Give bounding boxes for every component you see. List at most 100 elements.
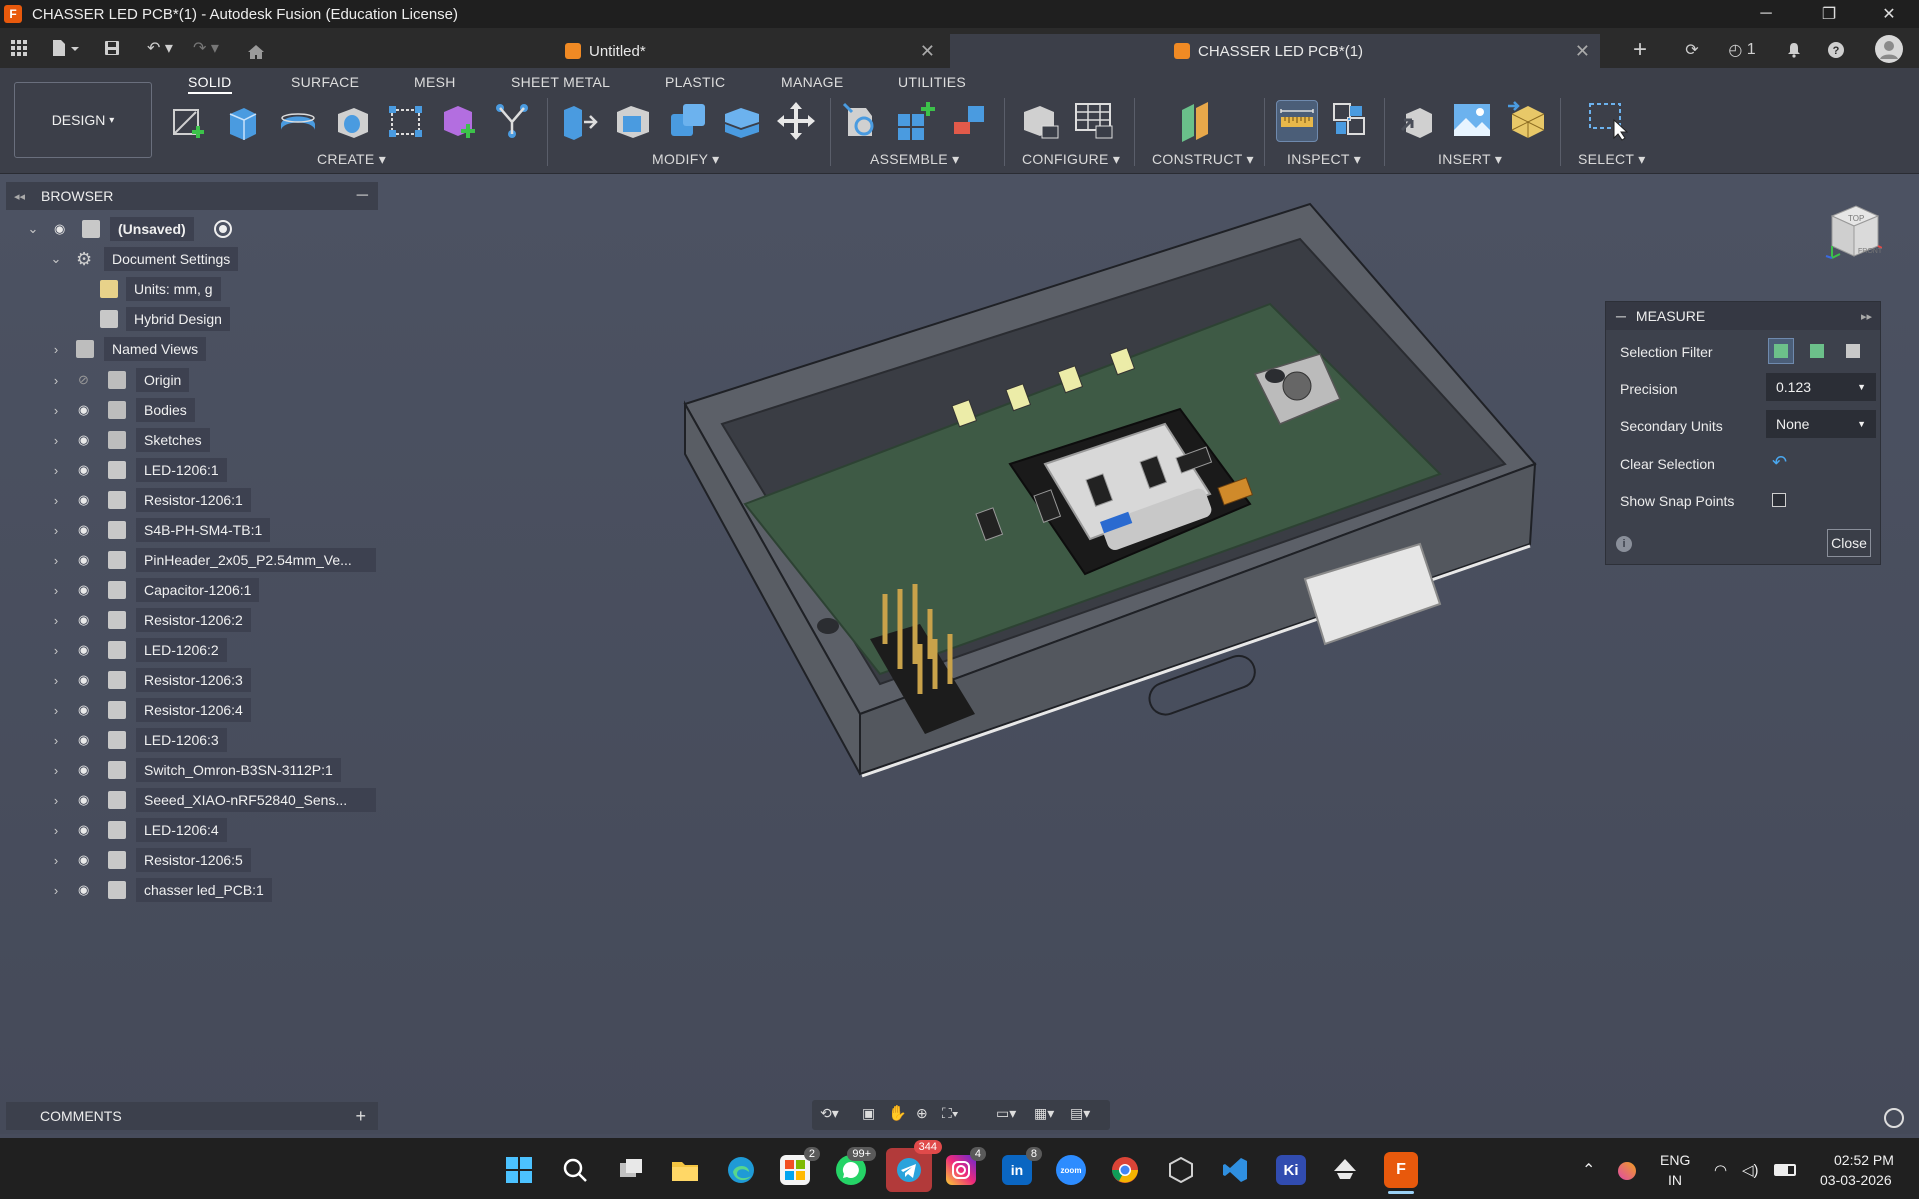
snap-points-checkbox[interactable] xyxy=(1772,493,1786,507)
combine-icon[interactable] xyxy=(667,100,709,142)
browser-item-capacitor-1206-1[interactable]: › ◉ Capacitor-1206:1 xyxy=(0,578,380,602)
battery-icon[interactable] xyxy=(1774,1164,1796,1176)
file-explorer-icon[interactable] xyxy=(670,1155,700,1185)
chevron-right-icon[interactable]: › xyxy=(50,403,62,418)
chevron-right-icon[interactable]: › xyxy=(50,463,62,478)
eye-icon[interactable]: ◉ xyxy=(78,582,89,598)
close-window-button[interactable]: ✕ xyxy=(1859,0,1919,28)
chevron-right-icon[interactable]: › xyxy=(50,733,62,748)
fit-icon[interactable]: ⛶▾ xyxy=(942,1105,959,1122)
press-pull-icon[interactable] xyxy=(558,100,600,142)
fillet-icon[interactable] xyxy=(613,100,655,142)
chevron-right-icon[interactable]: › xyxy=(50,583,62,598)
microsoft-store-icon[interactable]: 2 xyxy=(780,1147,820,1185)
tab-untitled[interactable]: Untitled* ✕ xyxy=(555,34,945,68)
close-tab-icon[interactable]: ✕ xyxy=(1575,41,1590,62)
activate-radio-icon[interactable] xyxy=(214,220,232,238)
look-at-icon[interactable]: ▣ xyxy=(862,1105,875,1122)
browser-item-led-1206-3[interactable]: › ◉ LED-1206:3 xyxy=(0,728,380,752)
apps-grid-icon[interactable] xyxy=(8,36,30,60)
workspace-switcher[interactable]: DESIGN ▾ xyxy=(14,82,152,158)
linkedin-icon[interactable]: in 8 xyxy=(1002,1147,1042,1185)
eye-icon[interactable]: ◉ xyxy=(78,672,89,688)
wifi-icon[interactable]: ◠ xyxy=(1714,1161,1727,1179)
browser-item-resistor-1206-2[interactable]: › ◉ Resistor-1206:2 xyxy=(0,608,380,632)
collapse-dialog-icon[interactable]: ─ xyxy=(1616,308,1626,324)
user-avatar[interactable] xyxy=(1874,34,1904,64)
precision-select[interactable]: 0.123 ▼ xyxy=(1766,373,1876,401)
info-icon[interactable]: i xyxy=(1616,536,1632,552)
help-icon[interactable]: ? xyxy=(1824,38,1848,62)
chevron-down-icon[interactable]: ⌄ xyxy=(50,251,62,267)
select-menu[interactable]: SELECT ▾ xyxy=(1578,151,1646,168)
undo-icon[interactable]: ↶ ▾ xyxy=(142,36,178,60)
edge-icon[interactable] xyxy=(726,1155,756,1185)
chevron-right-icon[interactable]: › xyxy=(50,373,62,388)
tab-utilities[interactable]: UTILITIES xyxy=(898,74,966,90)
browser-item-origin[interactable]: › ⊘ Origin xyxy=(0,368,380,392)
save-icon[interactable] xyxy=(100,36,124,60)
eye-icon[interactable]: ◉ xyxy=(78,642,89,658)
eye-icon[interactable]: ◉ xyxy=(78,882,89,898)
chevron-right-icon[interactable]: › xyxy=(50,342,62,357)
eye-icon[interactable]: ◉ xyxy=(78,612,89,628)
create-sketch-icon[interactable] xyxy=(168,100,210,142)
rectangular-pattern-icon[interactable] xyxy=(385,100,427,142)
shell-icon[interactable] xyxy=(721,100,763,142)
select-window-icon[interactable] xyxy=(1586,100,1629,142)
measure-icon[interactable] xyxy=(1276,100,1318,142)
tab-mesh[interactable]: MESH xyxy=(414,74,456,90)
browser-item-sketches[interactable]: › ◉ Sketches xyxy=(0,428,380,452)
eye-icon[interactable]: ◉ xyxy=(78,792,89,808)
redo-icon[interactable]: ↷ ▾ xyxy=(188,36,224,60)
tab-surface[interactable]: SURFACE xyxy=(291,74,359,90)
vscode-icon[interactable] xyxy=(1220,1155,1250,1185)
tab-solid[interactable]: SOLID xyxy=(188,74,232,94)
region-indicator[interactable]: IN xyxy=(1668,1172,1682,1188)
grid-snaps-icon[interactable]: ▦▾ xyxy=(1034,1105,1054,1122)
tab-chasser-led-pcb[interactable]: CHASSER LED PCB*(1) ✕ xyxy=(950,34,1600,68)
refresh-icon[interactable]: ⟳ xyxy=(1680,38,1704,62)
eye-icon[interactable]: ◉ xyxy=(78,552,89,568)
browser-doc-settings[interactable]: ⌄ ⚙ Document Settings xyxy=(0,247,380,271)
tab-manage[interactable]: MANAGE xyxy=(781,74,843,90)
browser-item-led-1206-2[interactable]: › ◉ LED-1206:2 xyxy=(0,638,380,662)
file-menu-icon[interactable] xyxy=(48,36,84,60)
eye-icon[interactable]: ◉ xyxy=(78,402,89,418)
modify-menu[interactable]: MODIFY ▾ xyxy=(652,151,720,168)
insert-mesh-icon[interactable] xyxy=(1506,100,1548,142)
browser-item-pinheader[interactable]: › ◉ PinHeader_2x05_P2.54mm_Ve... xyxy=(0,548,380,572)
eye-icon[interactable]: ◉ xyxy=(54,221,65,237)
expand-view-icon[interactable] xyxy=(1884,1108,1904,1128)
view-cube[interactable]: TOP FRONT xyxy=(1822,200,1883,264)
chevron-right-icon[interactable]: › xyxy=(50,823,62,838)
fusion-taskbar-icon[interactable]: F xyxy=(1384,1152,1418,1188)
hole-icon[interactable] xyxy=(332,100,374,142)
notifications-bell-icon[interactable] xyxy=(1782,38,1806,62)
orbit-icon[interactable]: ⟲▾ xyxy=(820,1105,839,1122)
zoom-app-icon[interactable]: zoom xyxy=(1056,1155,1086,1185)
create-form-icon[interactable] xyxy=(438,100,480,142)
browser-item-resistor-1206-4[interactable]: › ◉ Resistor-1206:4 xyxy=(0,698,380,722)
move-icon[interactable] xyxy=(775,100,817,142)
eye-icon[interactable]: ◉ xyxy=(78,762,89,778)
display-settings-icon[interactable]: ▭▾ xyxy=(996,1105,1016,1122)
browser-item-resistor-1206-5[interactable]: › ◉ Resistor-1206:5 xyxy=(0,848,380,872)
zoom-icon[interactable]: ⊕ xyxy=(916,1105,928,1122)
tab-sheet-metal[interactable]: SHEET METAL xyxy=(511,74,610,90)
chevron-right-icon[interactable]: › xyxy=(50,883,62,898)
browser-item-resistor-1206-1[interactable]: › ◉ Resistor-1206:1 xyxy=(0,488,380,512)
eye-icon[interactable]: ◉ xyxy=(78,702,89,718)
minimize-button[interactable]: ─ xyxy=(1736,0,1796,28)
new-tab-icon[interactable]: + xyxy=(1628,36,1652,63)
new-component-icon[interactable] xyxy=(896,100,938,142)
viewports-icon[interactable]: ▤▾ xyxy=(1070,1105,1090,1122)
browser-item-bodies[interactable]: › ◉ Bodies xyxy=(0,398,380,422)
browser-units[interactable]: Units: mm, g xyxy=(0,277,380,301)
configuration-table-icon[interactable] xyxy=(1074,100,1116,142)
secondary-units-select[interactable]: None ▼ xyxy=(1766,410,1876,438)
construct-menu[interactable]: CONSTRUCT ▾ xyxy=(1152,151,1254,168)
tray-app-icon[interactable] xyxy=(1618,1162,1636,1180)
browser-item-s4b-ph[interactable]: › ◉ S4B-PH-SM4-TB:1 xyxy=(0,518,380,542)
browser-item-switch-omron[interactable]: › ◉ Switch_Omron-B3SN-3112P:1 xyxy=(0,758,380,782)
